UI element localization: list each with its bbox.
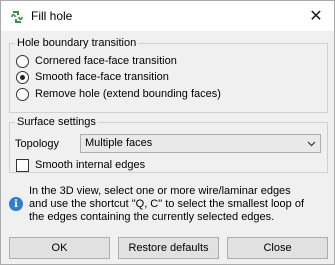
hole-boundary-group: Hole boundary transition Cornered face-f… (9, 36, 328, 113)
window-close-button[interactable]: ✕ (298, 1, 334, 31)
radio-remove-hole-indicator[interactable] (16, 87, 29, 101)
close-button-label: Close (263, 242, 292, 254)
radio-cornered-label: Cornered face-face transition (35, 55, 177, 67)
radio-cornered-transition[interactable]: Cornered face-face transition (16, 53, 177, 69)
topology-label: Topology (15, 138, 60, 150)
close-icon: ✕ (309, 8, 323, 25)
ok-button[interactable]: OK (9, 237, 110, 259)
radio-smooth-indicator[interactable] (16, 70, 29, 84)
topology-select[interactable]: Multiple faces (80, 134, 321, 153)
radio-remove-hole-label: Remove hole (extend bounding faces) (35, 88, 221, 100)
radio-smooth-transition[interactable]: Smooth face-face transition (16, 69, 169, 85)
title-bar: Fill hole ✕ (1, 1, 334, 31)
smooth-internal-edges-checkbox-row[interactable]: Smooth internal edges (16, 157, 145, 173)
radio-cornered-indicator[interactable] (16, 54, 29, 68)
fill-hole-dialog: Fill hole ✕ Hole boundary transition Cor… (0, 0, 335, 265)
ok-button-label: OK (51, 242, 68, 254)
chevron-down-icon (307, 141, 316, 147)
radio-remove-hole[interactable]: Remove hole (extend bounding faces) (16, 86, 221, 102)
info-text-line: the edges containing the currently selec… (29, 211, 275, 223)
info-text-line: In the 3D view, select one or more wire/… (29, 185, 291, 197)
info-text-line: and use the shortcut "Q, C" to select th… (29, 198, 305, 210)
surface-settings-group: Surface settings Topology Multiple faces… (9, 115, 328, 173)
topology-select-value: Multiple faces (85, 137, 153, 149)
info-icon: i (9, 197, 23, 211)
hole-boundary-group-title: Hole boundary transition (15, 36, 139, 50)
info-text: In the 3D view, select one or more wire/… (29, 185, 329, 224)
smooth-internal-edges-label: Smooth internal edges (35, 159, 146, 171)
smooth-internal-edges-checkbox[interactable] (16, 158, 29, 172)
fill-hole-app-icon (11, 11, 23, 23)
radio-smooth-label: Smooth face-face transition (35, 71, 169, 83)
restore-defaults-button[interactable]: Restore defaults (118, 237, 219, 259)
info-icon-glyph: i (14, 198, 18, 210)
window-title: Fill hole (31, 9, 73, 23)
restore-defaults-button-label: Restore defaults (128, 242, 209, 254)
close-button[interactable]: Close (227, 237, 328, 259)
surface-settings-group-title: Surface settings (15, 115, 98, 129)
